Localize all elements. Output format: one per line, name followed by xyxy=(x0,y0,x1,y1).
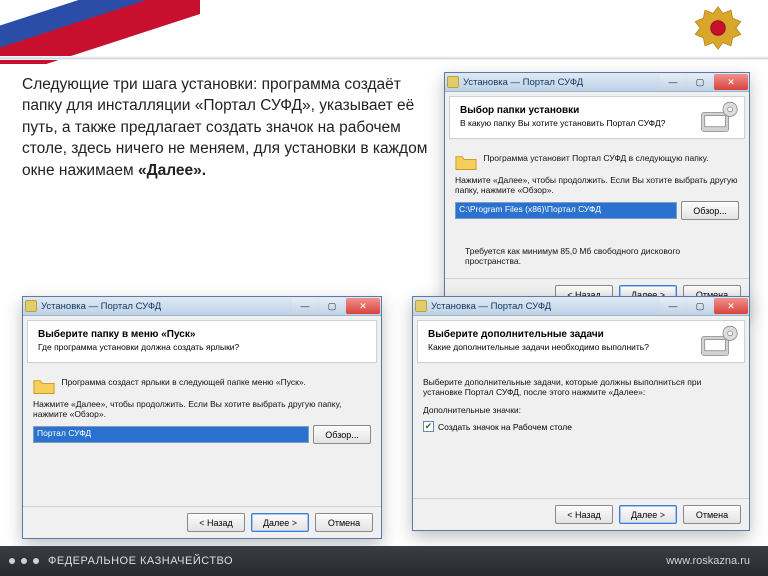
window-title: Установка — Портал СУФД xyxy=(431,301,551,312)
line1: Программа создаст ярлыки в следующей пап… xyxy=(33,377,371,395)
minimize-button[interactable]: ― xyxy=(292,298,318,314)
instruction-bold: «Далее». xyxy=(138,162,206,179)
install-path-input[interactable]: C:\Program Files (x86)\Портал СУФД xyxy=(455,202,677,219)
footer-dots-icon xyxy=(0,558,48,564)
installer-window-tasks: Установка — Портал СУФД ― ▢ ✕ Выберите д… xyxy=(412,296,750,531)
step-title: Выбор папки установки xyxy=(460,105,734,116)
next-button[interactable]: Далее > xyxy=(619,505,677,524)
installer-window-folder: Установка — Портал СУФД ― ▢ ✕ Выбор папк… xyxy=(444,72,750,311)
cancel-button[interactable]: Отмена xyxy=(315,513,373,532)
app-icon xyxy=(447,76,459,88)
back-button[interactable]: < Назад xyxy=(555,505,613,524)
step-title: Выберите папку в меню «Пуск» xyxy=(38,329,366,340)
browse-button[interactable]: Обзор... xyxy=(681,201,739,220)
line1: Программа установит Портал СУФД в следую… xyxy=(455,153,739,171)
window-title: Установка — Портал СУФД xyxy=(41,301,161,312)
close-button[interactable]: ✕ xyxy=(714,74,748,90)
desktop-icon-checkbox[interactable]: ✔ xyxy=(423,421,434,432)
footer-url: www.roskazna.ru xyxy=(666,555,750,567)
line2: Нажмите «Далее», чтобы продолжить. Если … xyxy=(33,399,371,419)
back-button[interactable]: < Назад xyxy=(187,513,245,532)
disk-icon xyxy=(700,325,738,359)
next-button[interactable]: Далее > xyxy=(251,513,309,532)
instruction-body: Следующие три шага установки: программа … xyxy=(22,76,427,179)
disk-icon xyxy=(700,101,738,135)
step-subtitle: Где программа установки должна создать я… xyxy=(38,342,366,352)
step-subtitle: В какую папку Вы хотите установить Порта… xyxy=(460,118,734,128)
header-divider xyxy=(0,56,768,60)
cancel-button[interactable]: Отмена xyxy=(683,505,741,524)
folder-icon xyxy=(33,377,55,395)
maximize-button[interactable]: ▢ xyxy=(319,298,345,314)
window-title: Установка — Портал СУФД xyxy=(463,77,583,88)
checkbox-row[interactable]: ✔ Создать значок на Рабочем столе xyxy=(423,421,739,432)
emblem-icon xyxy=(692,2,744,54)
titlebar[interactable]: Установка — Портал СУФД ― ▢ ✕ xyxy=(23,297,381,316)
flag-corner xyxy=(0,0,200,64)
browse-button[interactable]: Обзор... xyxy=(313,425,371,444)
line2: Нажмите «Далее», чтобы продолжить. Если … xyxy=(455,175,739,195)
folder-icon xyxy=(455,153,477,171)
startmenu-path-input[interactable]: Портал СУФД xyxy=(33,426,309,443)
app-icon xyxy=(415,300,427,312)
tasks-group: Дополнительные значки: xyxy=(423,405,739,415)
step-title: Выберите дополнительные задачи xyxy=(428,329,734,340)
close-button[interactable]: ✕ xyxy=(346,298,380,314)
maximize-button[interactable]: ▢ xyxy=(687,74,713,90)
minimize-button[interactable]: ― xyxy=(660,74,686,90)
instruction-text: Следующие три шага установки: программа … xyxy=(22,74,442,181)
tasks-intro: Выберите дополнительные задачи, которые … xyxy=(423,377,739,397)
minimize-button[interactable]: ― xyxy=(660,298,686,314)
desktop-icon-label: Создать значок на Рабочем столе xyxy=(438,422,572,432)
titlebar[interactable]: Установка — Портал СУФД ― ▢ ✕ xyxy=(445,73,749,92)
footer-bar: ФЕДЕРАЛЬНОЕ КАЗНАЧЕЙСТВО www.roskazna.ru xyxy=(0,546,768,576)
step-subtitle: Какие дополнительные задачи необходимо в… xyxy=(428,342,734,352)
titlebar[interactable]: Установка — Портал СУФД ― ▢ ✕ xyxy=(413,297,749,316)
maximize-button[interactable]: ▢ xyxy=(687,298,713,314)
disk-requirement: Требуется как минимум 85,0 Мб свободного… xyxy=(465,246,735,266)
footer-org: ФЕДЕРАЛЬНОЕ КАЗНАЧЕЙСТВО xyxy=(48,555,233,567)
close-button[interactable]: ✕ xyxy=(714,298,748,314)
app-icon xyxy=(25,300,37,312)
installer-window-startmenu: Установка — Портал СУФД ― ▢ ✕ Выберите п… xyxy=(22,296,382,539)
